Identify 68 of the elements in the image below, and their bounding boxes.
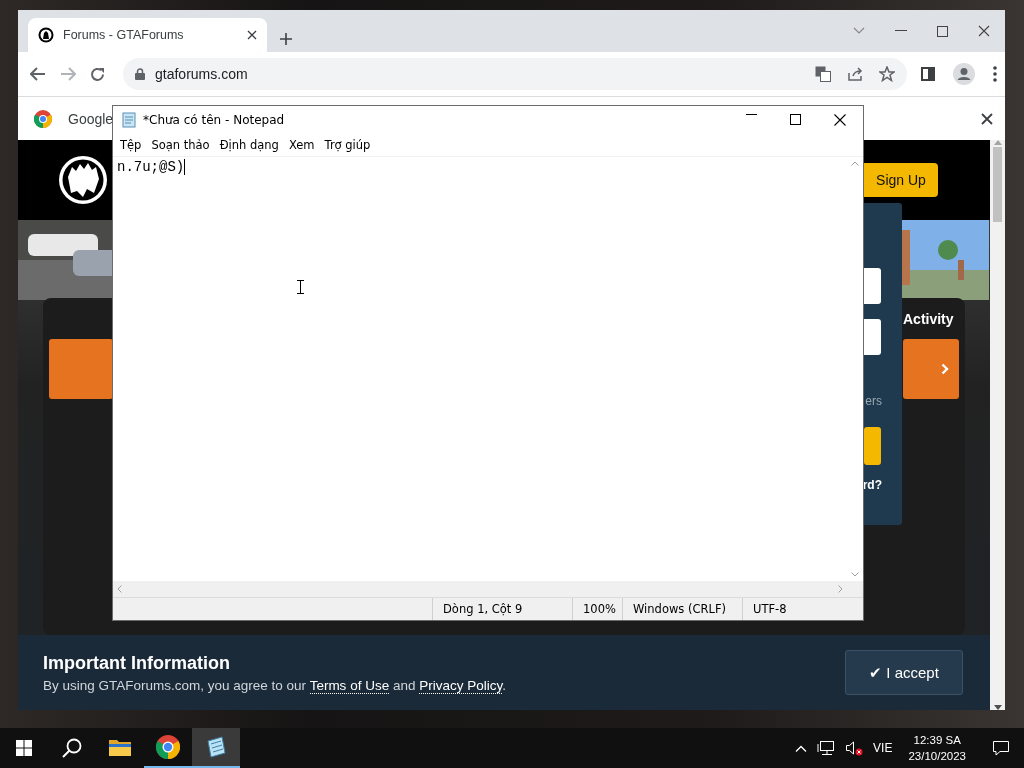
- search-icon: [62, 738, 82, 758]
- notepad-icon: [204, 735, 228, 759]
- status-text: UTF-8: [742, 598, 848, 620]
- scroll-up-icon[interactable]: [851, 161, 859, 166]
- clock-date[interactable]: 23/10/2023: [908, 748, 966, 764]
- sign-up-button[interactable]: Sign Up: [864, 163, 938, 197]
- tab-title: Forums - GTAForums: [63, 28, 185, 42]
- chrome-logo-icon: [34, 109, 52, 128]
- translate-icon[interactable]: [815, 66, 831, 82]
- profile-icon[interactable]: [953, 63, 975, 85]
- notification-icon[interactable]: [992, 740, 1010, 756]
- new-tab-icon[interactable]: [279, 32, 293, 46]
- scrollbar[interactable]: [990, 140, 1005, 710]
- close-icon[interactable]: [978, 25, 990, 37]
- notice-title: Important Information: [43, 652, 231, 674]
- chrome-logo-icon: [156, 735, 180, 759]
- notice-text: By using GTAForums.com, you agree to our Terms of Use and Privacy Policy.: [43, 677, 507, 693]
- windows-logo-icon: [16, 740, 32, 756]
- language-indicator[interactable]: VIE: [873, 741, 893, 755]
- editor-text: n.7u;@S): [117, 159, 185, 175]
- reload-icon[interactable]: [90, 66, 105, 82]
- login-text: ers: [865, 394, 882, 408]
- minimize-icon[interactable]: [895, 30, 907, 32]
- clock-time[interactable]: 12:39 SA: [908, 732, 966, 748]
- share-icon[interactable]: [847, 66, 863, 82]
- text-caret: [184, 159, 186, 176]
- lock-icon: [135, 68, 145, 80]
- site-logo-icon: [38, 27, 54, 43]
- address-bar[interactable]: gtaforums.com: [123, 58, 907, 90]
- chevron-up-icon[interactable]: [795, 744, 808, 752]
- close-icon[interactable]: [981, 112, 993, 125]
- input-field[interactable]: [864, 268, 881, 304]
- status-text: Dòng 1, Cột 9: [432, 598, 572, 620]
- activity-heading: Activity: [903, 311, 955, 327]
- chevron-right-icon: [941, 363, 949, 375]
- login-text[interactable]: rd?: [862, 478, 882, 492]
- star-icon[interactable]: [879, 66, 895, 82]
- status-text: 100%: [572, 598, 622, 620]
- close-icon[interactable]: [834, 114, 846, 126]
- window-title: *Chưa có tên - Notepad: [143, 113, 286, 127]
- maximize-icon[interactable]: [790, 114, 801, 125]
- infobar-text: Google: [68, 110, 114, 127]
- menu-icon[interactable]: [993, 66, 997, 82]
- menu-item[interactable]: Trợ giúp: [319, 138, 376, 152]
- menu-item[interactable]: Tệp: [115, 138, 147, 152]
- scroll-down-icon[interactable]: [993, 705, 1002, 710]
- close-icon[interactable]: [247, 30, 257, 40]
- taskbar-app[interactable]: [192, 728, 240, 768]
- side-panel-icon[interactable]: [921, 67, 935, 81]
- text-area[interactable]: n.7u;@S): [113, 157, 847, 581]
- scroll-thumb[interactable]: [993, 147, 1002, 222]
- chevron-down-icon[interactable]: [853, 27, 865, 35]
- status-text: Windows (CRLF): [622, 598, 742, 620]
- network-icon[interactable]: [817, 740, 836, 756]
- text-cursor-icon: [297, 280, 304, 294]
- url-text: gtaforums.com: [155, 66, 249, 82]
- browser-tab[interactable]: Forums - GTAForums: [28, 18, 267, 52]
- menu-item[interactable]: Soạn thảo: [146, 138, 215, 152]
- menu-item[interactable]: Xem: [283, 138, 320, 152]
- accept-button[interactable]: ✔ I accept: [845, 650, 963, 695]
- notice-link[interactable]: Terms of Use: [309, 677, 390, 694]
- back-arrow-icon[interactable]: [30, 67, 46, 81]
- site-logo-icon: [58, 155, 108, 205]
- menu-item[interactable]: Định dạng: [214, 138, 284, 152]
- notepad-icon: [121, 112, 137, 128]
- speaker-icon[interactable]: [845, 740, 864, 756]
- maximize-icon[interactable]: [937, 25, 948, 37]
- input-field[interactable]: [864, 319, 881, 355]
